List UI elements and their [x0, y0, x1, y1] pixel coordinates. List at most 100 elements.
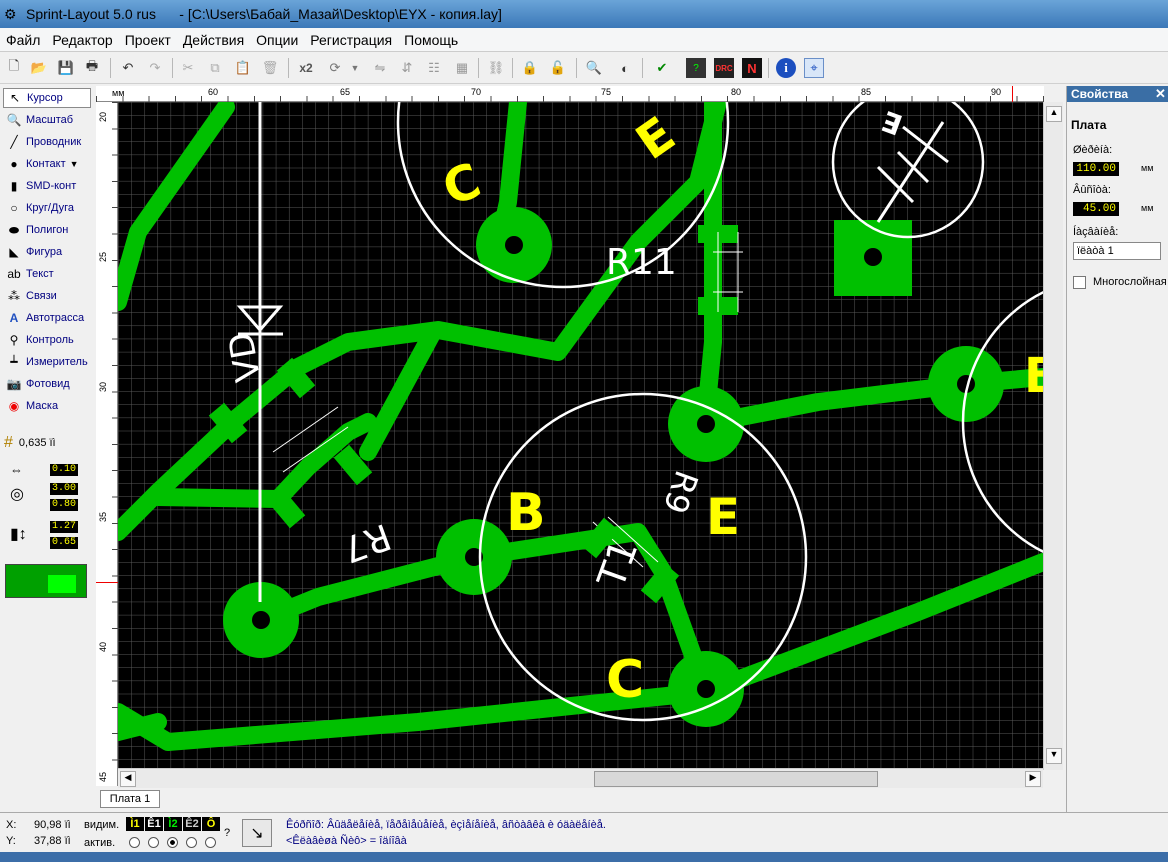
redo-icon[interactable]: ↷ [145, 58, 165, 78]
layer-active-radio[interactable] [186, 837, 197, 848]
scroll-down-icon[interactable]: ▼ [1046, 748, 1062, 764]
layer-visible-o[interactable]: Ô [202, 817, 220, 831]
zoom-icon[interactable]: 🔍 [584, 58, 604, 78]
layer-visible-k2[interactable]: Ê2 [183, 817, 201, 831]
save-icon[interactable]: 💾 [56, 58, 76, 78]
layer-visible-c1[interactable]: Ì1 [126, 817, 144, 831]
tool-mask[interactable]: ◉ Маска [3, 396, 91, 416]
height-unit: мм [1141, 203, 1154, 213]
menu-help[interactable]: Помощь [398, 28, 464, 52]
drc-icon[interactable]: DRC [714, 58, 734, 78]
properties-section: Плата [1071, 118, 1107, 132]
menu-project[interactable]: Проект [119, 28, 177, 52]
question-grid-icon[interactable]: ? [686, 58, 706, 78]
ruler-tick: 25 [98, 251, 109, 263]
menu-options[interactable]: Опции [250, 28, 304, 52]
unlock-icon[interactable]: 🔓 [548, 58, 568, 78]
layer-active-radio[interactable] [148, 837, 159, 848]
layer-visible-k1[interactable]: Ê1 [145, 817, 163, 831]
status-bar: X: 90,98 ïì Y: 37,88 ïì видим. актив. Ì1… [0, 812, 1168, 852]
grid-selector[interactable]: # 0,635 ïì [4, 434, 94, 452]
close-icon[interactable]: ✕ [1155, 86, 1166, 102]
width-unit: мм [1141, 163, 1154, 173]
n-icon[interactable]: N [742, 58, 762, 78]
menu-edit[interactable]: Редактор [46, 28, 118, 52]
ruler-tick: 35 [98, 511, 109, 523]
track-width-icon: ⇔ [10, 462, 23, 477]
horizontal-scrollbar[interactable]: ◀ ▶ [118, 768, 1043, 788]
layer-active-radio-selected[interactable] [167, 837, 178, 848]
layer-active-radio[interactable] [129, 837, 140, 848]
tool-smd[interactable]: ▮ SMD-конт [3, 176, 91, 196]
cut-icon[interactable]: ✂ [178, 58, 198, 78]
connections-icon: ⁂ [8, 289, 20, 303]
scroll-up-icon[interactable]: ▲ [1046, 106, 1062, 122]
layer-visible-c2[interactable]: Ì2 [164, 817, 182, 831]
smd-size-icon: ▮↕ [10, 526, 27, 543]
lock-icon[interactable]: 🔒 [520, 58, 540, 78]
height-field[interactable]: 45.00 [1073, 202, 1119, 216]
menu-registration[interactable]: Регистрация [304, 28, 398, 52]
tool-photo[interactable]: 📷 Фотовид [3, 374, 91, 394]
align-icon[interactable]: ☷ [424, 58, 444, 78]
menu-file[interactable]: Файл [0, 28, 46, 52]
tool-circle[interactable]: ○ Круг/Дуга [3, 198, 91, 218]
menu-actions[interactable]: Действия [177, 28, 250, 52]
ungroup-icon[interactable]: ⛓ [486, 58, 506, 78]
tool-polygon[interactable]: ⬬ Полигон [3, 220, 91, 240]
tool-zoom[interactable]: 🔍 Масштаб [3, 110, 91, 130]
copy-icon[interactable]: ⧉ [205, 58, 225, 78]
paste-icon[interactable]: 📋 [233, 58, 253, 78]
vertical-scrollbar[interactable]: ▲ ▼ [1043, 102, 1063, 770]
crosshair-icon[interactable]: ⌖ [804, 58, 824, 78]
tool-autoroute[interactable]: A Автотрасса [3, 308, 91, 328]
tool-connections[interactable]: ⁂ Связи [3, 286, 91, 306]
tool-track[interactable]: ╱ Проводник [3, 132, 91, 152]
pad-outer-field[interactable]: 3.00 [50, 483, 78, 495]
tool-text[interactable]: ab Текст [3, 264, 91, 284]
mirror-v-icon[interactable]: ⇵ [397, 58, 417, 78]
rotate-dropdown-icon[interactable]: ▼ [345, 58, 365, 78]
board-name-field[interactable]: ïëàòà 1 [1073, 242, 1161, 260]
tab-board-1[interactable]: Плата 1 [100, 790, 160, 808]
multilayer-checkbox[interactable] [1073, 276, 1086, 289]
info-icon[interactable]: i [776, 58, 796, 78]
track-width-field[interactable]: 0.10 [50, 464, 78, 476]
drc-check-icon[interactable]: ✔ [652, 58, 672, 78]
scroll-right-icon[interactable]: ▶ [1025, 771, 1041, 787]
open-folder-icon[interactable]: 📂 [29, 58, 49, 78]
layer-active-radio[interactable] [205, 837, 216, 848]
mirror-h-icon[interactable]: ⇋ [370, 58, 390, 78]
smd-height-field[interactable]: 0.65 [50, 537, 78, 549]
new-file-icon[interactable]: 🗋 [4, 58, 24, 78]
tool-pad[interactable]: ● Контакт ▼ [3, 154, 91, 174]
width-field[interactable]: 110.00 [1073, 162, 1119, 176]
mask-icon: ◉ [8, 399, 20, 413]
pcb-label-e-mid: E [706, 488, 740, 546]
ruler-tick: 85 [861, 87, 872, 97]
duplicate-icon[interactable]: x2 [296, 58, 316, 78]
tool-cursor[interactable]: ↖ Курсор [3, 88, 91, 108]
rotate-icon[interactable]: ⟳ [325, 58, 345, 78]
cursor-icon: ↖ [9, 91, 21, 105]
tool-control[interactable]: ⚲ Контроль [3, 330, 91, 350]
print-icon[interactable]: 🖶 [82, 58, 102, 78]
scroll-thumb[interactable] [594, 771, 878, 787]
help-icon[interactable]: ? [224, 827, 230, 839]
photo-mask-icon[interactable]: ◐ [615, 58, 635, 78]
pad-inner-field[interactable]: 0.80 [50, 499, 78, 511]
text-icon: ab [7, 267, 21, 281]
undo-icon[interactable]: ↶ [118, 58, 138, 78]
smd-width-field[interactable]: 1.27 [50, 521, 78, 533]
delete-icon[interactable]: 🗑 [260, 58, 280, 78]
width-label: Øèðèíà: [1073, 144, 1113, 156]
group-icon[interactable]: ▦ [452, 58, 472, 78]
tool-measure[interactable]: ┷ Измеритель [3, 352, 91, 372]
ruler-cursor-marker [96, 582, 118, 583]
pcb-canvas[interactable]: C E R11 B E B E C R7 VD T1 R9 [118, 102, 1043, 770]
pcb-drawing: C E R11 B E B E C R7 VD T1 R9 [118, 102, 1043, 770]
pad-dropdown-icon[interactable]: ▼ [70, 159, 79, 169]
layer-color-preview[interactable] [5, 564, 87, 598]
tool-shape[interactable]: ◣ Фигура [3, 242, 91, 262]
scroll-left-icon[interactable]: ◀ [120, 771, 136, 787]
